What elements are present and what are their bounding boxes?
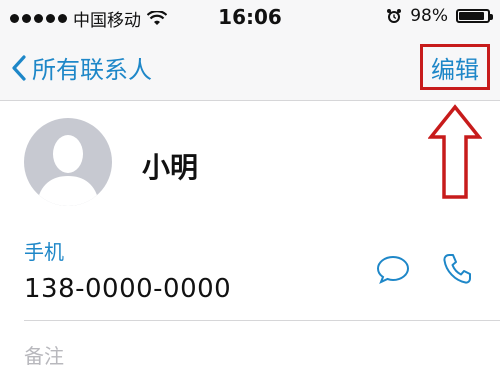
contact-name: 小明 [142,151,199,184]
notes-field[interactable]: 备注 [24,340,64,369]
battery-percent: 98% [410,6,448,26]
back-button-label: 所有联系人 [32,56,152,84]
status-right: 98% [386,6,493,26]
battery-icon [456,9,493,23]
edit-button-label: 编辑 [431,55,479,84]
navigation-bar: 所有联系人 编辑 [0,34,500,101]
phone-label: 手机 [24,240,64,264]
person-silhouette-icon [36,135,100,206]
phone-number[interactable]: 138-0000-0000 [24,274,231,304]
phone-field: 手机 138-0000-0000 [24,236,484,304]
alarm-icon [387,9,402,23]
edit-button[interactable]: 编辑 [420,44,490,90]
message-icon[interactable] [376,254,410,284]
notes-label: 备注 [24,344,64,368]
back-button[interactable]: 所有联系人 [12,50,152,85]
status-bar: 中国移动 16:06 98% [0,0,500,34]
contact-header: 小明 [0,100,500,218]
divider [24,320,500,321]
avatar [24,118,112,206]
phone-call-icon[interactable] [442,252,472,286]
chevron-left-icon [12,54,26,81]
